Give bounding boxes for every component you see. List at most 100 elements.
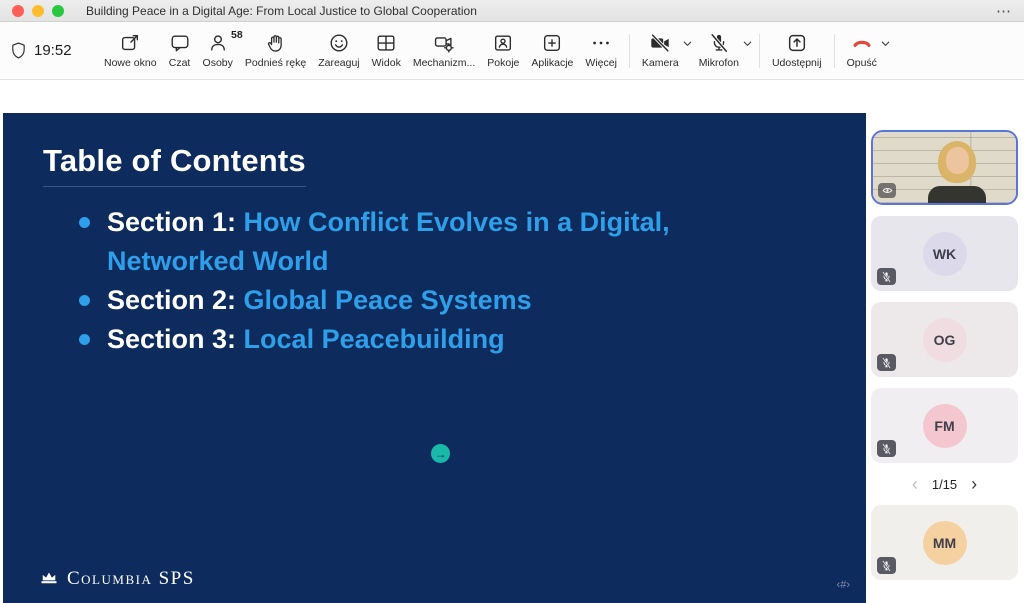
more-button[interactable]: Więcej [579, 29, 623, 72]
slide-page-number-placeholder: ‹#› [837, 579, 850, 591]
spotlight-eye-icon[interactable] [878, 183, 896, 198]
button-label: Udostępnij [772, 57, 822, 69]
fullscreen-window-button[interactable] [52, 5, 64, 17]
slide-title: Table of Contents [43, 143, 306, 187]
share-screen-button[interactable]: Udostępnij [766, 29, 828, 72]
grid-view-icon [375, 32, 397, 54]
toolbar-divider [834, 34, 835, 68]
camera-off-icon [649, 32, 671, 54]
mic-dropdown-chevron-icon[interactable] [742, 38, 753, 49]
button-label: Mikrofon [699, 57, 739, 69]
apps-plus-icon [541, 32, 563, 54]
camera-dropdown-chevron-icon[interactable] [682, 38, 693, 49]
button-label: Widok [372, 57, 401, 69]
encryption-shield-icon [10, 40, 27, 62]
camera-button[interactable]: Kamera [636, 29, 685, 72]
muted-mic-icon[interactable] [877, 440, 896, 457]
toolbar-divider [759, 34, 760, 68]
muted-mic-icon[interactable] [877, 557, 896, 574]
raise-hand-button[interactable]: Podnieś rękę [239, 29, 312, 72]
participant-tile-mm[interactable]: MM [871, 505, 1018, 580]
titlebar-more-icon[interactable]: ⋯ [996, 2, 1012, 20]
mechanisms-button[interactable]: Mechanizm... [407, 29, 481, 72]
chat-bubble-icon [169, 32, 191, 54]
participant-initials-avatar: WK [923, 232, 967, 276]
columbia-sps-logo: Columbia SPS [39, 568, 195, 590]
pager-label: 1/15 [932, 477, 957, 492]
leave-dropdown-chevron-icon[interactable] [880, 38, 891, 49]
section-label: Section 2: [107, 285, 236, 315]
meeting-content-area: Table of Contents Section 1: How Conflic… [0, 80, 1024, 603]
meeting-timer: 19:52 [10, 40, 98, 62]
section-text: Global Peace Systems [244, 285, 532, 315]
chat-button[interactable]: Czat [163, 29, 197, 72]
presenter-face [946, 147, 969, 174]
participant-initials-avatar: OG [923, 318, 967, 362]
meeting-app-window: Building Peace in a Digital Age: From Lo… [0, 0, 1024, 603]
react-button[interactable]: Zareaguj [312, 29, 365, 72]
muted-mic-icon[interactable] [877, 354, 896, 371]
close-window-button[interactable] [12, 5, 24, 17]
meeting-toolbar: 19:52 Nowe okno Czat 58 Osoby Po [0, 22, 1024, 80]
apps-button[interactable]: Aplikacje [525, 29, 579, 72]
shared-presentation-slide: Table of Contents Section 1: How Conflic… [3, 113, 866, 603]
meeting-timer-value: 19:52 [34, 42, 72, 59]
pager-next-icon[interactable]: › [971, 475, 977, 493]
minimize-window-button[interactable] [32, 5, 44, 17]
button-label: Zareaguj [318, 57, 359, 69]
people-icon: 58 [207, 32, 229, 54]
pager-prev-icon[interactable]: ‹ [912, 475, 918, 493]
button-label: Mechanizm... [413, 57, 475, 69]
smiley-icon [328, 32, 350, 54]
button-label: Więcej [585, 57, 617, 69]
button-label: Aplikacje [531, 57, 573, 69]
presenter-video-tile[interactable] [871, 130, 1018, 205]
muted-mic-icon[interactable] [877, 268, 896, 285]
participants-count-badge: 58 [231, 29, 243, 41]
toc-item: Section 1: How Conflict Evolves in a Dig… [77, 203, 777, 281]
button-label: Czat [169, 57, 191, 69]
button-label: Podnieś rękę [245, 57, 306, 69]
participant-initials-avatar: MM [923, 521, 967, 565]
participants-pager: ‹ 1/15 › [871, 474, 1018, 494]
window-titlebar: Building Peace in a Digital Age: From Lo… [0, 0, 1024, 22]
leave-control-group: Opuść [841, 29, 891, 72]
participants-sidebar: WK OG FM ‹ 1/15 › [871, 130, 1018, 580]
button-label: Kamera [642, 57, 679, 69]
camera-gear-icon [433, 32, 455, 54]
button-label: Osoby [203, 57, 233, 69]
red-handset-icon [850, 32, 874, 54]
rooms-icon [492, 32, 514, 54]
participant-tile-wk[interactable]: WK [871, 216, 1018, 291]
mic-off-icon [708, 32, 730, 54]
raised-hand-icon [265, 32, 287, 54]
slide-next-arrow-button[interactable]: → [431, 444, 450, 463]
crown-icon [39, 569, 59, 590]
section-label: Section 1: [107, 207, 236, 237]
camera-control-group: Kamera [636, 29, 693, 72]
view-button[interactable]: Widok [366, 29, 407, 72]
mic-control-group: Mikrofon [693, 29, 753, 72]
new-window-icon [119, 32, 141, 54]
presenter-torso [928, 186, 986, 203]
microphone-button[interactable]: Mikrofon [693, 29, 745, 72]
section-text: Local Peacebuilding [244, 324, 505, 354]
window-title: Building Peace in a Digital Age: From Lo… [86, 4, 477, 18]
button-label: Opuść [847, 57, 877, 69]
leave-meeting-button[interactable]: Opuść [841, 29, 883, 72]
toc-item: Section 3: Local Peacebuilding [77, 320, 777, 359]
share-up-arrow-icon [786, 32, 808, 54]
table-of-contents-list: Section 1: How Conflict Evolves in a Dig… [77, 203, 777, 359]
logo-text: Columbia SPS [67, 568, 195, 590]
new-window-button[interactable]: Nowe okno [98, 29, 163, 72]
participants-button[interactable]: 58 Osoby [197, 29, 239, 72]
participant-tile-fm[interactable]: FM [871, 388, 1018, 463]
breakout-rooms-button[interactable]: Pokoje [481, 29, 525, 72]
more-dots-icon [590, 32, 612, 54]
button-label: Nowe okno [104, 57, 157, 69]
toolbar-divider [629, 34, 630, 68]
participant-initials-avatar: FM [923, 404, 967, 448]
button-label: Pokoje [487, 57, 519, 69]
toc-item: Section 2: Global Peace Systems [77, 281, 777, 320]
participant-tile-og[interactable]: OG [871, 302, 1018, 377]
